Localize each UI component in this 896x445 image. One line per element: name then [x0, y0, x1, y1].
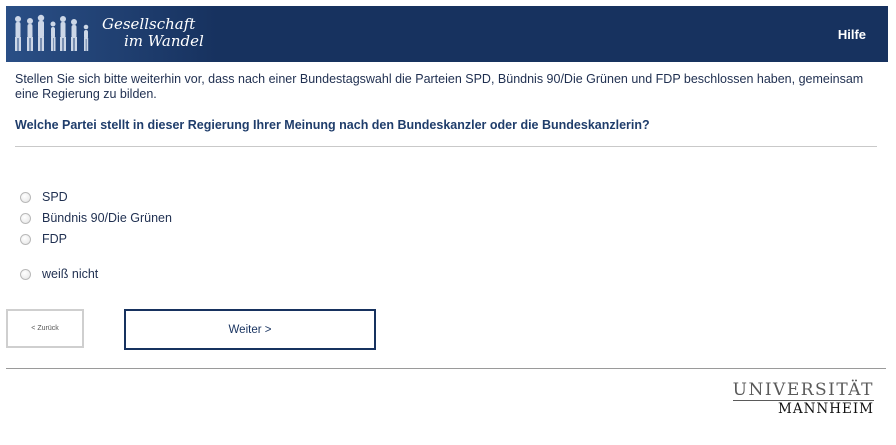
logo: Gesellschaft im Wandel	[6, 6, 216, 62]
option-label: FDP	[42, 232, 67, 246]
radio-button[interactable]	[20, 268, 31, 280]
option-label: weiß nicht	[42, 267, 99, 281]
option-fdp[interactable]: FDP	[20, 232, 67, 246]
next-button[interactable]: Weiter >	[124, 309, 376, 350]
divider	[15, 146, 877, 147]
radio-button[interactable]	[20, 233, 31, 245]
logo-line1: Gesellschaft	[102, 15, 196, 33]
question-text: Welche Partei stellt in dieser Regierung…	[15, 118, 650, 132]
radio-button[interactable]	[20, 212, 31, 224]
logo-line2: im Wandel	[124, 32, 204, 50]
intro-text: Stellen Sie sich bitte weiterhin vor, da…	[15, 72, 864, 101]
logo-text: Gesellschaft im Wandel	[102, 16, 204, 50]
university-logo: UNIVERSITÄT MANNHEIM	[732, 380, 874, 417]
university-logo-line1: UNIVERSITÄT	[732, 380, 874, 401]
option-label: Bündnis 90/Die Grünen	[42, 211, 172, 225]
option-label: SPD	[42, 190, 68, 204]
help-link[interactable]: Hilfe	[838, 27, 866, 42]
option-gruene[interactable]: Bündnis 90/Die Grünen	[20, 211, 172, 225]
people-silhouette-icon	[15, 14, 89, 51]
option-weiss-nicht[interactable]: weiß nicht	[20, 267, 98, 281]
radio-button[interactable]	[20, 191, 31, 203]
footer-divider	[6, 368, 886, 369]
back-button[interactable]: < Zurück	[6, 309, 84, 348]
header-bar: Gesellschaft im Wandel Hilfe	[6, 6, 888, 62]
university-logo-line2: MANNHEIM	[778, 401, 874, 417]
option-spd[interactable]: SPD	[20, 190, 68, 204]
